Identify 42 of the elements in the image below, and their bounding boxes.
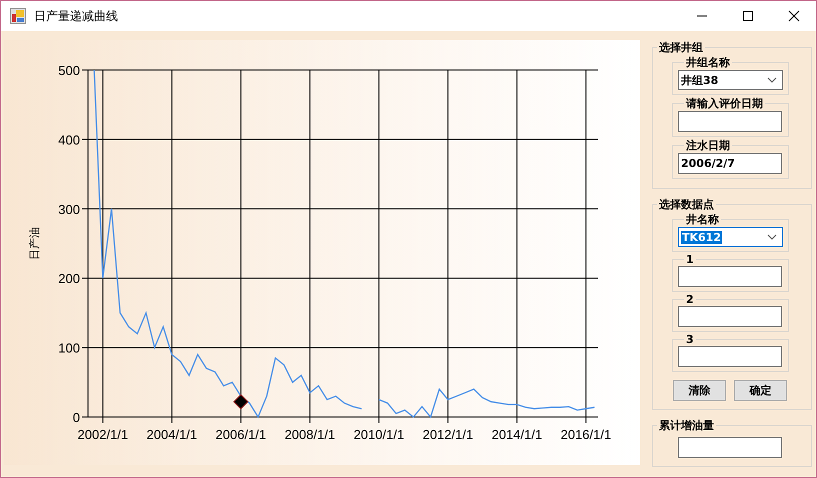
chevron-down-icon <box>767 234 777 240</box>
maximize-icon[interactable] <box>742 10 754 22</box>
field-label: 2 <box>685 293 695 306</box>
axis-label: 0 <box>72 410 80 425</box>
axis-title: 日产油 <box>28 227 41 260</box>
close-icon[interactable] <box>788 10 800 22</box>
axis-label: 2012/1/1 <box>422 427 474 442</box>
chevron-down-icon <box>767 77 777 83</box>
axis-label: 500 <box>58 63 80 78</box>
input-field[interactable] <box>678 346 782 367</box>
input-field[interactable] <box>678 266 782 287</box>
field-label: 3 <box>685 333 695 346</box>
field-label: 注水日期 <box>685 138 731 153</box>
axis-label: 100 <box>58 340 80 356</box>
axis-label: 2016/1/1 <box>560 427 612 442</box>
axis-label: 2006/1/1 <box>216 427 266 442</box>
field-label: 1 <box>685 253 695 266</box>
diamond-marker[interactable] <box>233 394 249 410</box>
action-button[interactable]: 清除 <box>673 380 726 401</box>
axis-label: 2002/1/1 <box>78 427 128 442</box>
input-field[interactable] <box>678 437 782 458</box>
group-title: 累计增油量 <box>658 418 715 433</box>
field-label: 井名称 <box>685 212 720 227</box>
axis-label: 2004/1/1 <box>146 427 198 442</box>
axis-label: 300 <box>58 202 80 217</box>
window-title: 日产量递减曲线 <box>34 8 118 24</box>
axis-label: 2008/1/1 <box>284 427 336 442</box>
axis-label: 400 <box>58 132 80 148</box>
axis-label: 2014/1/1 <box>492 427 542 442</box>
dropdown[interactable]: TK612 <box>678 227 783 247</box>
axis-label: 2010/1/1 <box>354 427 404 442</box>
field-label: 请输入评价日期 <box>684 96 764 111</box>
group-title: 选择数据点 <box>658 197 715 212</box>
action-button[interactable]: 确定 <box>734 380 787 401</box>
group-title: 选择井组 <box>658 40 704 55</box>
input-field[interactable] <box>678 111 782 132</box>
axis-label: 200 <box>58 271 80 286</box>
field-label: 井组名称 <box>685 55 731 70</box>
input-field[interactable] <box>678 306 782 327</box>
app-icon <box>10 8 26 24</box>
input-field[interactable]: 2006/2/7 <box>678 153 782 174</box>
dropdown[interactable]: 井组38 <box>678 70 783 90</box>
